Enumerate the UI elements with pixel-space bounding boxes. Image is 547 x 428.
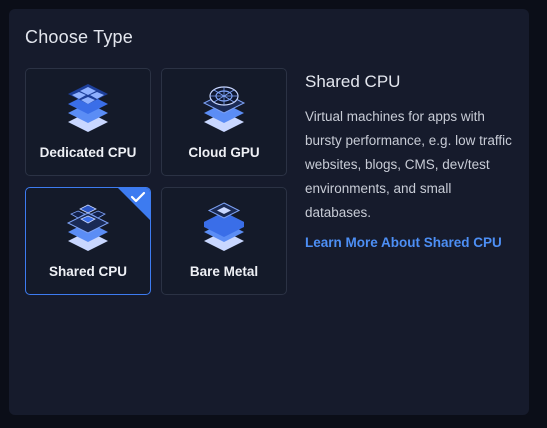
type-card-label: Bare Metal [189,264,259,279]
type-card-label: Dedicated CPU [39,145,137,160]
choose-type-panel: Choose Type Dedicated CPU Cloud GPU Shar… [9,9,529,415]
dedicated-cpu-icon [68,84,108,132]
type-card-dedicated-cpu[interactable]: Dedicated CPU [25,68,151,176]
type-description-text: Virtual machines for apps with bursty pe… [305,109,512,220]
type-card-bare-metal[interactable]: Bare Metal [161,187,287,295]
bare-metal-icon [204,202,244,251]
cloud-gpu-icon [202,86,246,132]
type-card-label: Cloud GPU [188,145,260,160]
type-card-label: Shared CPU [48,264,128,279]
shared-cpu-icon [66,204,110,251]
section-heading: Choose Type [25,27,133,47]
learn-more-link[interactable]: Learn More About Shared CPU [305,235,502,250]
type-description-title: Shared CPU [305,72,401,91]
type-card-cloud-gpu[interactable]: Cloud GPU [161,68,287,176]
type-card-shared-cpu[interactable]: Shared CPU [25,187,151,295]
